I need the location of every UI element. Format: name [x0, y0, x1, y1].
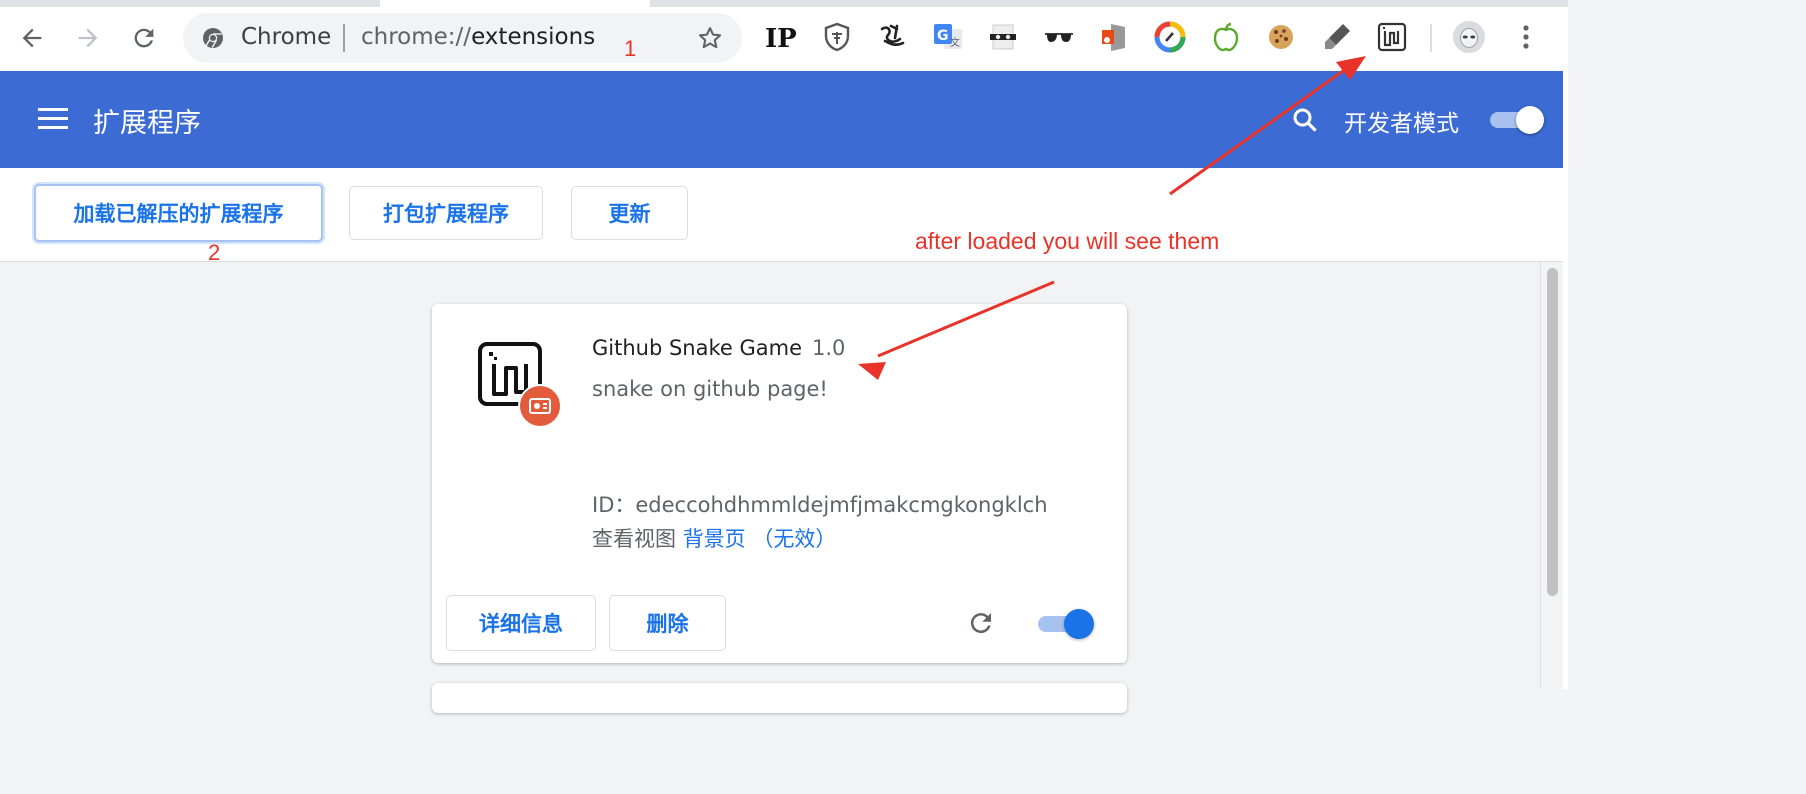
unpacked-badge-icon — [518, 384, 562, 428]
apple-icon[interactable] — [1209, 20, 1243, 54]
calligraphy-icon[interactable] — [876, 20, 910, 54]
scrollbar-thumb[interactable] — [1547, 268, 1558, 596]
load-unpacked-button[interactable]: 加载已解压的扩展程序 — [34, 184, 323, 242]
inspect-views: 查看视图 背景页 （无效） — [592, 523, 836, 553]
cookie-icon[interactable] — [1264, 20, 1298, 54]
extension-id: ID：edeccohdhmmldejmfjmakcmgkongklch — [592, 493, 1048, 517]
remove-button[interactable]: 删除 — [609, 595, 726, 651]
extension-enable-toggle[interactable] — [1038, 609, 1094, 639]
extension-name: Github Snake Game — [592, 336, 802, 360]
svg-text:G: G — [937, 28, 949, 44]
url-text[interactable]: chrome://extensions — [361, 24, 595, 50]
site-chip-label: Chrome — [241, 24, 332, 50]
developer-action-bar: 加载已解压的扩展程序 打包扩展程序 更新 — [0, 168, 1563, 262]
reload-extension-icon[interactable] — [966, 608, 996, 638]
snake-game-icon[interactable] — [1375, 20, 1409, 54]
address-bar[interactable]: Chrome chrome://extensions — [183, 13, 742, 63]
annotation-step-1: 1 — [624, 36, 637, 61]
extension-description: snake on github page! — [592, 377, 828, 401]
developer-mode-toggle[interactable] — [1490, 105, 1544, 134]
browser-menu-icon[interactable] — [1509, 20, 1543, 54]
active-tab[interactable] — [380, 0, 650, 7]
page-scrollbar[interactable] — [1540, 262, 1564, 689]
toolbar-divider — [1430, 24, 1432, 52]
extensions-header: 扩展程序 开发者模式 — [0, 71, 1563, 168]
browser-toolbar: Chrome chrome://extensions IP G文 — [0, 0, 1568, 71]
bookmark-star-icon[interactable] — [696, 24, 724, 52]
highlighter-icon[interactable] — [1320, 20, 1354, 54]
window-edge — [1563, 71, 1568, 689]
next-extension-card — [432, 683, 1127, 713]
tab-strip — [0, 0, 1568, 7]
shield-icon[interactable] — [820, 20, 854, 54]
svg-text:IP: IP — [765, 24, 797, 54]
office-icon[interactable] — [1097, 20, 1131, 54]
annotation-note: after loaded you will see them — [915, 228, 1220, 254]
search-icon[interactable] — [1290, 105, 1320, 135]
omnibox-separator — [343, 24, 345, 52]
ip-icon[interactable]: IP — [763, 20, 797, 54]
mask-icon[interactable] — [986, 20, 1020, 54]
hamburger-menu-icon[interactable] — [38, 108, 68, 130]
developer-mode-label: 开发者模式 — [1344, 111, 1459, 137]
background-page-link[interactable]: 背景页 （无效） — [683, 527, 837, 551]
page-title: 扩展程序 — [93, 108, 201, 139]
forward-icon[interactable] — [72, 22, 104, 54]
details-button[interactable]: 详细信息 — [446, 595, 596, 651]
reload-icon[interactable] — [128, 22, 160, 54]
inspect-views-label: 查看视图 — [592, 527, 676, 551]
annotation-step-2: 2 — [208, 240, 221, 265]
back-icon[interactable] — [16, 22, 48, 54]
pack-extension-button[interactable]: 打包扩展程序 — [349, 186, 543, 240]
extension-card: Github Snake Game 1.0 snake on github pag… — [432, 304, 1127, 663]
url-path: extensions — [471, 24, 596, 50]
sunglasses-icon[interactable] — [1042, 20, 1076, 54]
update-button[interactable]: 更新 — [571, 186, 688, 240]
compass-icon[interactable] — [1153, 20, 1187, 54]
svg-text:文: 文 — [950, 36, 960, 49]
extension-version: 1.0 — [812, 336, 846, 360]
extension-title: Github Snake Game 1.0 — [592, 336, 845, 360]
chrome-logo-icon — [203, 28, 223, 48]
google-translate-icon[interactable]: G文 — [931, 20, 965, 54]
profile-avatar-icon[interactable] — [1452, 20, 1486, 54]
url-scheme: chrome:// — [361, 24, 472, 50]
